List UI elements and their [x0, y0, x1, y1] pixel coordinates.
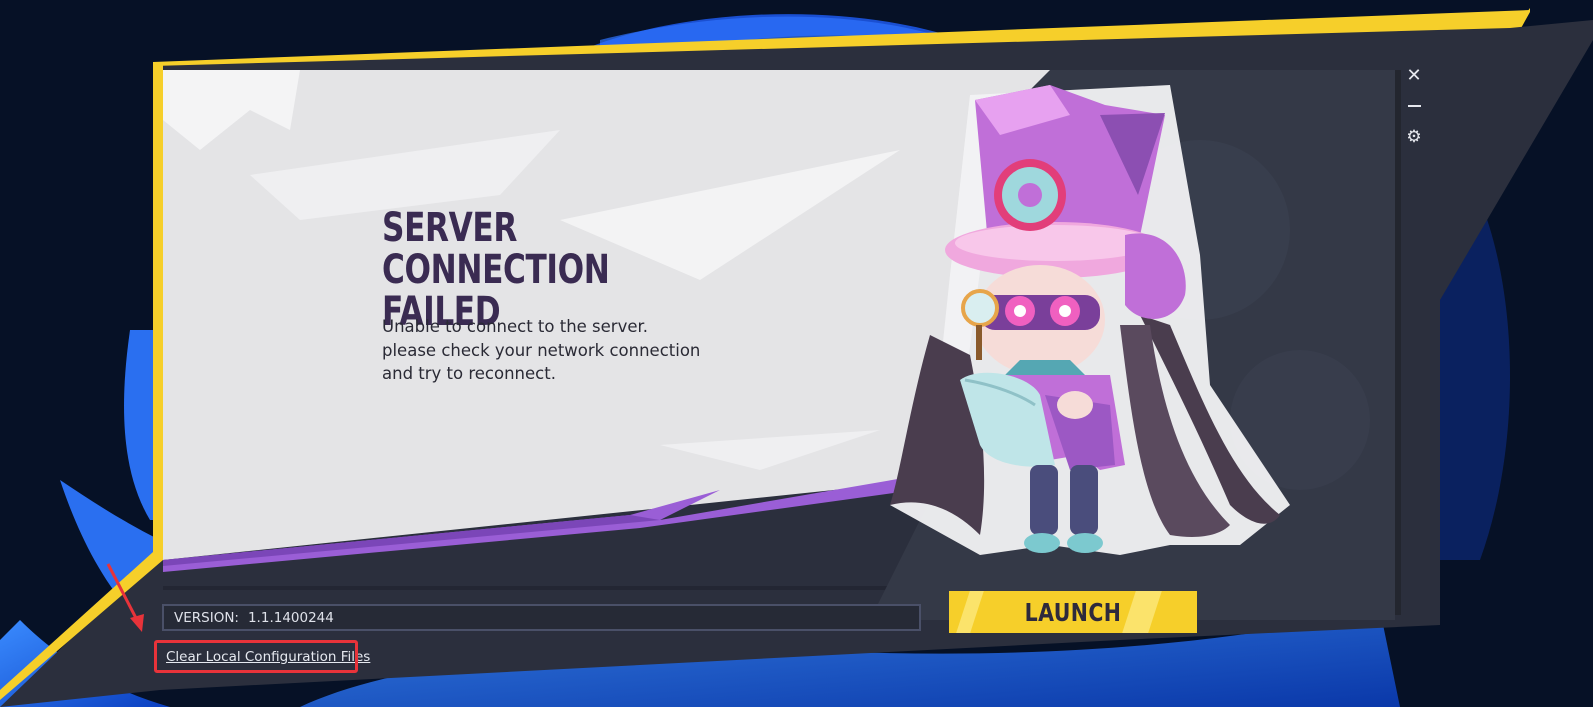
annotation-arrow	[106, 563, 144, 632]
character-illustration	[890, 85, 1290, 555]
version-value: 1.1.1400244	[247, 609, 334, 626]
version-field: VERSION: 1.1.1400244	[162, 604, 921, 631]
error-message-line2: please check your network connection	[382, 340, 701, 360]
annotation-highlight-box	[154, 640, 358, 673]
settings-icon[interactable]: ⚙	[1403, 126, 1425, 148]
launcher-window	[0, 8, 1593, 707]
close-icon[interactable]: ✕	[1403, 64, 1425, 86]
error-title-line1: SERVER CONNECTION	[382, 205, 610, 293]
error-message-line1: Unable to connect to the server.	[382, 317, 649, 336]
launch-button-label: LAUNCH	[1024, 597, 1122, 627]
version-label: VERSION:	[174, 609, 239, 626]
launch-button[interactable]: LAUNCH	[949, 591, 1197, 633]
error-message: Unable to connect to the server. please …	[382, 315, 742, 386]
error-message-line3: and try to reconnect.	[382, 364, 556, 383]
minimize-icon[interactable]	[1403, 95, 1425, 117]
